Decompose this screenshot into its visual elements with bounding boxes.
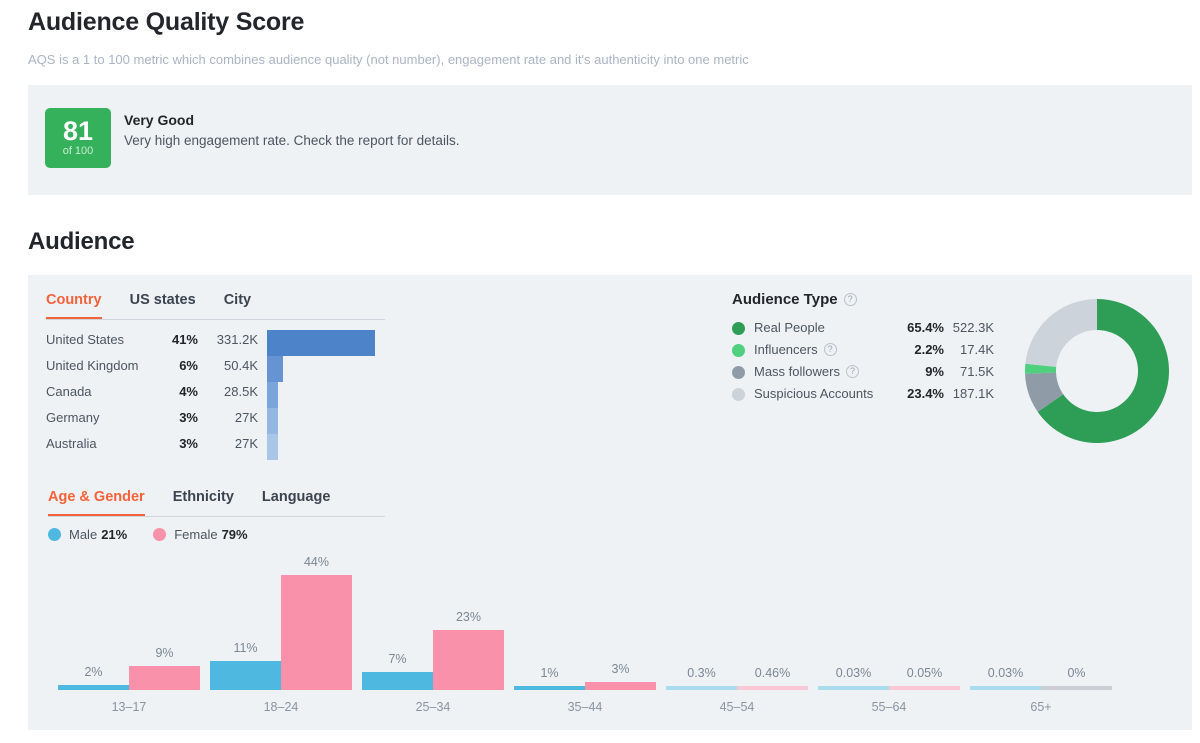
demographics-tabs-rule [48,516,385,517]
country-name: United States [46,332,125,347]
gender-legend-item: Female 79% [153,527,248,542]
country-value: 27K [234,410,258,425]
audience-type-percent: 9% [925,364,944,379]
country-name: Australia [46,436,97,451]
demographics-tabs: Age & Gender Ethnicity Language [48,489,358,517]
tab-ethnicity[interactable]: Ethnicity [173,489,234,517]
donut-svg [1025,299,1169,443]
tab-city[interactable]: City [224,292,251,320]
country-value: 28.5K [224,384,258,399]
country-row: United States 41% 331.2K [46,330,376,356]
legend-color-dot [153,528,167,541]
audience-type-row: Suspicious Accounts 23.4% 187.1K [732,384,994,406]
audience-type-value: 187.1K [952,386,994,401]
audience-type-value: 71.5K [960,364,994,379]
aqs-score-value: 81 [62,116,94,146]
aqs-verdict: Very Good [124,112,195,128]
aqs-score-max: of 100 [62,145,94,157]
country-value: 331.2K [216,332,258,347]
audience-type-label: Influencers? [754,342,837,357]
audience-type-row: Real People 65.4% 522.3K [732,318,994,340]
legend-color-dot [732,388,745,401]
country-name: Canada [46,384,92,399]
tab-us-states[interactable]: US states [130,292,196,320]
gender-legend-percent: 79% [221,527,248,542]
legend-color-dot [48,528,61,541]
tab-language[interactable]: Language [262,489,330,517]
audience-type-title: Audience Type ? [732,291,857,308]
page-title: Audience Quality Score [28,8,305,36]
gender-legend-label: Female [174,527,218,542]
country-percent: 3% [179,436,198,451]
country-percent: 41% [171,332,198,347]
page-subtitle: AQS is a 1 to 100 metric which combines … [28,52,749,67]
country-row: Canada 4% 28.5K [46,382,376,408]
audience-type-row: Mass followers? 9% 71.5K [732,362,994,384]
country-bar [267,356,283,382]
country-bar [267,408,278,434]
audience-type-title-text: Audience Type [732,291,838,308]
gender-legend-label: Male [69,527,98,542]
help-icon[interactable]: ? [843,293,857,306]
audience-type-percent: 23.4% [907,386,944,401]
aqs-score-card: 81 of 100 Very Good Very high engagement… [28,85,1192,195]
country-name: Germany [46,410,100,425]
geo-tabs: Country US states City [46,292,279,320]
legend-color-dot [732,344,745,357]
audience-type-legend: Real People 65.4% 522.3K Influencers? 2.2% 17… [732,318,994,406]
country-bar [267,330,375,356]
country-row: Australia 3% 27K [46,434,376,460]
audience-type-label: Real People [754,320,825,335]
donut-slice [1025,299,1097,367]
country-bar [267,382,278,408]
audience-type-percent: 65.4% [907,320,944,335]
audience-quality-page: Audience Quality Score AQS is a 1 to 100… [0,0,1200,743]
audience-type-label: Suspicious Accounts [754,386,873,401]
gender-legend-percent: 21% [101,527,128,542]
aqs-score-badge: 81 of 100 [45,108,111,168]
audience-type-percent: 2.2% [914,342,944,357]
audience-type-row: Influencers? 2.2% 17.4K [732,340,994,362]
aqs-description: Very high engagement rate. Check the rep… [124,133,460,148]
country-percent: 6% [179,358,198,373]
tab-country[interactable]: Country [46,292,102,320]
audience-type-label-text: Real People [754,320,825,335]
country-list: United States 41% 331.2K United Kingdom 6% 50… [46,330,376,460]
country-value: 27K [234,436,258,451]
audience-type-value: 17.4K [960,342,994,357]
audience-type-label-text: Mass followers [754,364,840,379]
country-bar [267,434,278,460]
audience-section-title: Audience [28,228,135,255]
country-percent: 3% [179,410,198,425]
gender-legend: Male 21% Female 79% [48,527,274,542]
gender-legend-item: Male 21% [48,527,127,542]
country-row: Germany 3% 27K [46,408,376,434]
legend-color-dot [732,366,745,379]
country-percent: 4% [179,384,198,399]
help-icon[interactable]: ? [823,343,837,356]
help-icon[interactable]: ? [845,365,859,378]
tab-age-gender[interactable]: Age & Gender [48,489,145,517]
audience-type-label: Mass followers? [754,364,859,379]
audience-type-donut-chart [1017,291,1177,456]
audience-type-value: 522.3K [952,320,994,335]
geo-tabs-rule [46,319,385,320]
audience-type-label-text: Suspicious Accounts [754,386,874,401]
country-name: United Kingdom [46,358,139,373]
country-row: United Kingdom 6% 50.4K [46,356,376,382]
audience-type-label-text: Influencers [754,342,818,357]
country-value: 50.4K [224,358,258,373]
legend-color-dot [732,322,745,335]
